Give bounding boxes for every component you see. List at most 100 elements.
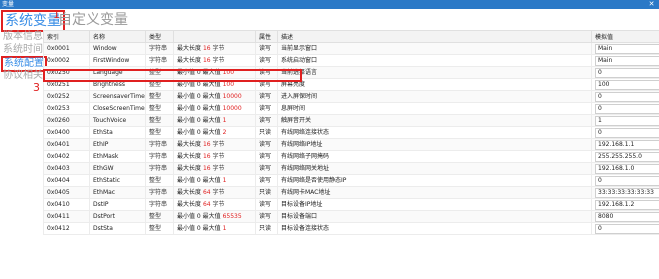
- cell-name: DstPort: [89, 210, 146, 223]
- sim-value-input[interactable]: 192.168.1.1: [595, 139, 659, 150]
- cell-sim: Main: [591, 42, 659, 55]
- col-header-desc[interactable]: 描述: [277, 30, 592, 43]
- range-value: 16: [202, 152, 211, 160]
- cell-index: 0x0404: [43, 174, 90, 187]
- range-prefix: 最小值 0 最大值: [177, 92, 221, 100]
- sim-value-input[interactable]: Main: [595, 55, 659, 66]
- sim-value-input[interactable]: 1: [595, 115, 659, 126]
- cell-sim: 192.168.1.0: [591, 162, 659, 175]
- cell-type: 字符串: [145, 186, 174, 199]
- sim-value-input[interactable]: 0: [595, 175, 659, 186]
- close-icon[interactable]: ✕: [647, 0, 656, 9]
- range-value: 65535: [222, 212, 242, 220]
- col-header-range[interactable]: [173, 30, 256, 43]
- table-row[interactable]: 0x0412 DstSta 整型 最小值 0 最大值 1 只读 目标设备连接状态 0: [43, 222, 659, 235]
- sidebar-item-version-info[interactable]: 版本信息: [3, 31, 43, 43]
- sim-value-input[interactable]: 0: [595, 127, 659, 138]
- sim-value-input[interactable]: 192.168.1.2: [595, 199, 659, 210]
- range-value: 16: [202, 56, 211, 64]
- range-value: 64: [202, 200, 211, 208]
- cell-index: 0x0403: [43, 162, 90, 175]
- table-row[interactable]: 0x0410 DstIP 字符串 最大长度 64 字节 读写 目标设备IP地址 192.16…: [43, 198, 659, 211]
- cell-attr: 只读: [255, 126, 278, 139]
- sim-value-input[interactable]: Main: [595, 43, 659, 54]
- table-row[interactable]: 0x0405 EthMac 字符串 最大长度 64 字节 只读 有线网卡MAC地址 33:3…: [43, 186, 659, 199]
- table-row[interactable]: 0x0400 EthSta 整型 最小值 0 最大值 2 只读 有线网络连接状态 0: [43, 126, 659, 139]
- cell-desc: 系统启动窗口: [277, 54, 592, 67]
- window-title: 变量: [2, 1, 15, 8]
- range-prefix: 最小值 0 最大值: [177, 68, 221, 76]
- cell-desc: 目标设备连接状态: [277, 222, 592, 235]
- range-unit: 字节: [212, 56, 225, 64]
- variables-table: 索引 名称 类型 属性 描述 模拟值 0x0001 Window 字符串 最大长度 1…: [43, 30, 659, 235]
- range-unit: 字节: [212, 44, 225, 52]
- cell-type: 整型: [145, 210, 174, 223]
- range-unit: 字节: [212, 188, 225, 196]
- table-row[interactable]: 0x0403 EthGW 字符串 最大长度 16 字节 读写 有线网络网关地址 192.16…: [43, 162, 659, 175]
- table-row[interactable]: 0x0411 DstPort 整型 最小值 0 最大值 65535 读写 目标设备端口 8…: [43, 210, 659, 223]
- table-row[interactable]: 0x0253 CloseScreenTime 整型 最小值 0 最大值 10000 读…: [43, 102, 659, 115]
- cell-attr: 只读: [255, 222, 278, 235]
- cell-type: 字符串: [145, 54, 174, 67]
- table-row[interactable]: 0x0002 FirstWindow 字符串 最大长度 16 字节 读写 系统启动窗口 Ma…: [43, 54, 659, 67]
- cell-attr: 读写: [255, 42, 278, 55]
- cell-range: 最小值 0 最大值 10000: [173, 102, 256, 115]
- sim-value-input[interactable]: 0: [595, 67, 659, 78]
- range-value: 1: [222, 116, 227, 124]
- range-prefix: 最大长度: [177, 140, 202, 148]
- cell-range: 最大长度 64 字节: [173, 198, 256, 211]
- cell-sim: 0: [591, 222, 659, 235]
- sim-value-input[interactable]: 0: [595, 103, 659, 114]
- cell-attr: 读写: [255, 78, 278, 91]
- sim-value-input[interactable]: 8080: [595, 211, 659, 222]
- tab-custom-variables[interactable]: 自定义变量: [58, 11, 128, 29]
- cell-type: 整型: [145, 126, 174, 139]
- sidebar-item-system-time[interactable]: 系统时间: [3, 44, 43, 56]
- sim-value-input[interactable]: 192.168.1.0: [595, 163, 659, 174]
- table-row[interactable]: 0x0250 Language 整型 最小值 0 最大值 100 读写 当前选择语言 0: [43, 66, 659, 79]
- cell-attr: 读写: [255, 210, 278, 223]
- cell-desc: 有线网卡MAC地址: [277, 186, 592, 199]
- range-prefix: 最小值 0 最大值: [177, 104, 221, 112]
- range-prefix: 最大长度: [177, 44, 202, 52]
- sim-value-input[interactable]: 255.255.255.0: [595, 151, 659, 162]
- cell-range: 最小值 0 最大值 100: [173, 66, 256, 79]
- cell-type: 整型: [145, 90, 174, 103]
- cell-name: DstSta: [89, 222, 146, 235]
- cell-type: 整型: [145, 174, 174, 187]
- cell-range: 最小值 0 最大值 1: [173, 114, 256, 127]
- col-header-sim[interactable]: 模拟值: [591, 30, 659, 43]
- cell-type: 字符串: [145, 162, 174, 175]
- cell-index: 0x0400: [43, 126, 90, 139]
- cell-desc: 息屏时间: [277, 102, 592, 115]
- sim-value-input[interactable]: 100: [595, 79, 659, 90]
- col-header-type[interactable]: 类型: [145, 30, 174, 43]
- range-value: 10000: [222, 92, 242, 100]
- col-header-name[interactable]: 名称: [89, 30, 146, 43]
- cell-range: 最小值 0 最大值 65535: [173, 210, 256, 223]
- cell-range: 最小值 0 最大值 1: [173, 222, 256, 235]
- table-row[interactable]: 0x0401 EthIP 字符串 最大长度 16 字节 读写 有线网络IP地址 192.16…: [43, 138, 659, 151]
- cell-sim: 8080: [591, 210, 659, 223]
- sim-value-input[interactable]: 0: [595, 91, 659, 102]
- table-row[interactable]: 0x0402 EthMask 字符串 最大长度 16 字节 读写 有线网络子网掩码 255.…: [43, 150, 659, 163]
- cell-desc: 有线网络网关地址: [277, 162, 592, 175]
- range-prefix: 最大长度: [177, 164, 202, 172]
- sim-value-input[interactable]: 33:33:33:33:33:33: [595, 187, 659, 198]
- window-titlebar: 变量 ✕: [0, 0, 659, 9]
- table-row[interactable]: 0x0260 TouchVoice 整型 最小值 0 最大值 1 读写 触屏音开关 1: [43, 114, 659, 127]
- range-unit: 字节: [212, 152, 225, 160]
- table-row[interactable]: 0x0001 Window 字符串 最大长度 16 字节 读写 当前显示窗口 Main: [43, 42, 659, 55]
- cell-sim: 0: [591, 102, 659, 115]
- cell-sim: 255.255.255.0: [591, 150, 659, 163]
- cell-sim: 192.168.1.2: [591, 198, 659, 211]
- table-row[interactable]: 0x0252 ScreensaverTime 整型 最小值 0 最大值 10000 读…: [43, 90, 659, 103]
- table-row[interactable]: 0x0404 EthStatic 整型 最小值 0 最大值 1 读写 有线网络是否使用静…: [43, 174, 659, 187]
- col-header-attr[interactable]: 属性: [255, 30, 278, 43]
- range-value: 2: [222, 128, 227, 136]
- sim-value-input[interactable]: 0: [595, 223, 659, 234]
- table-row[interactable]: 0x0251 Brightness 整型 最小值 0 最大值 100 读写 屏幕亮度 10…: [43, 78, 659, 91]
- cell-index: 0x0252: [43, 90, 90, 103]
- cell-type: 字符串: [145, 150, 174, 163]
- col-header-index[interactable]: 索引: [43, 30, 90, 43]
